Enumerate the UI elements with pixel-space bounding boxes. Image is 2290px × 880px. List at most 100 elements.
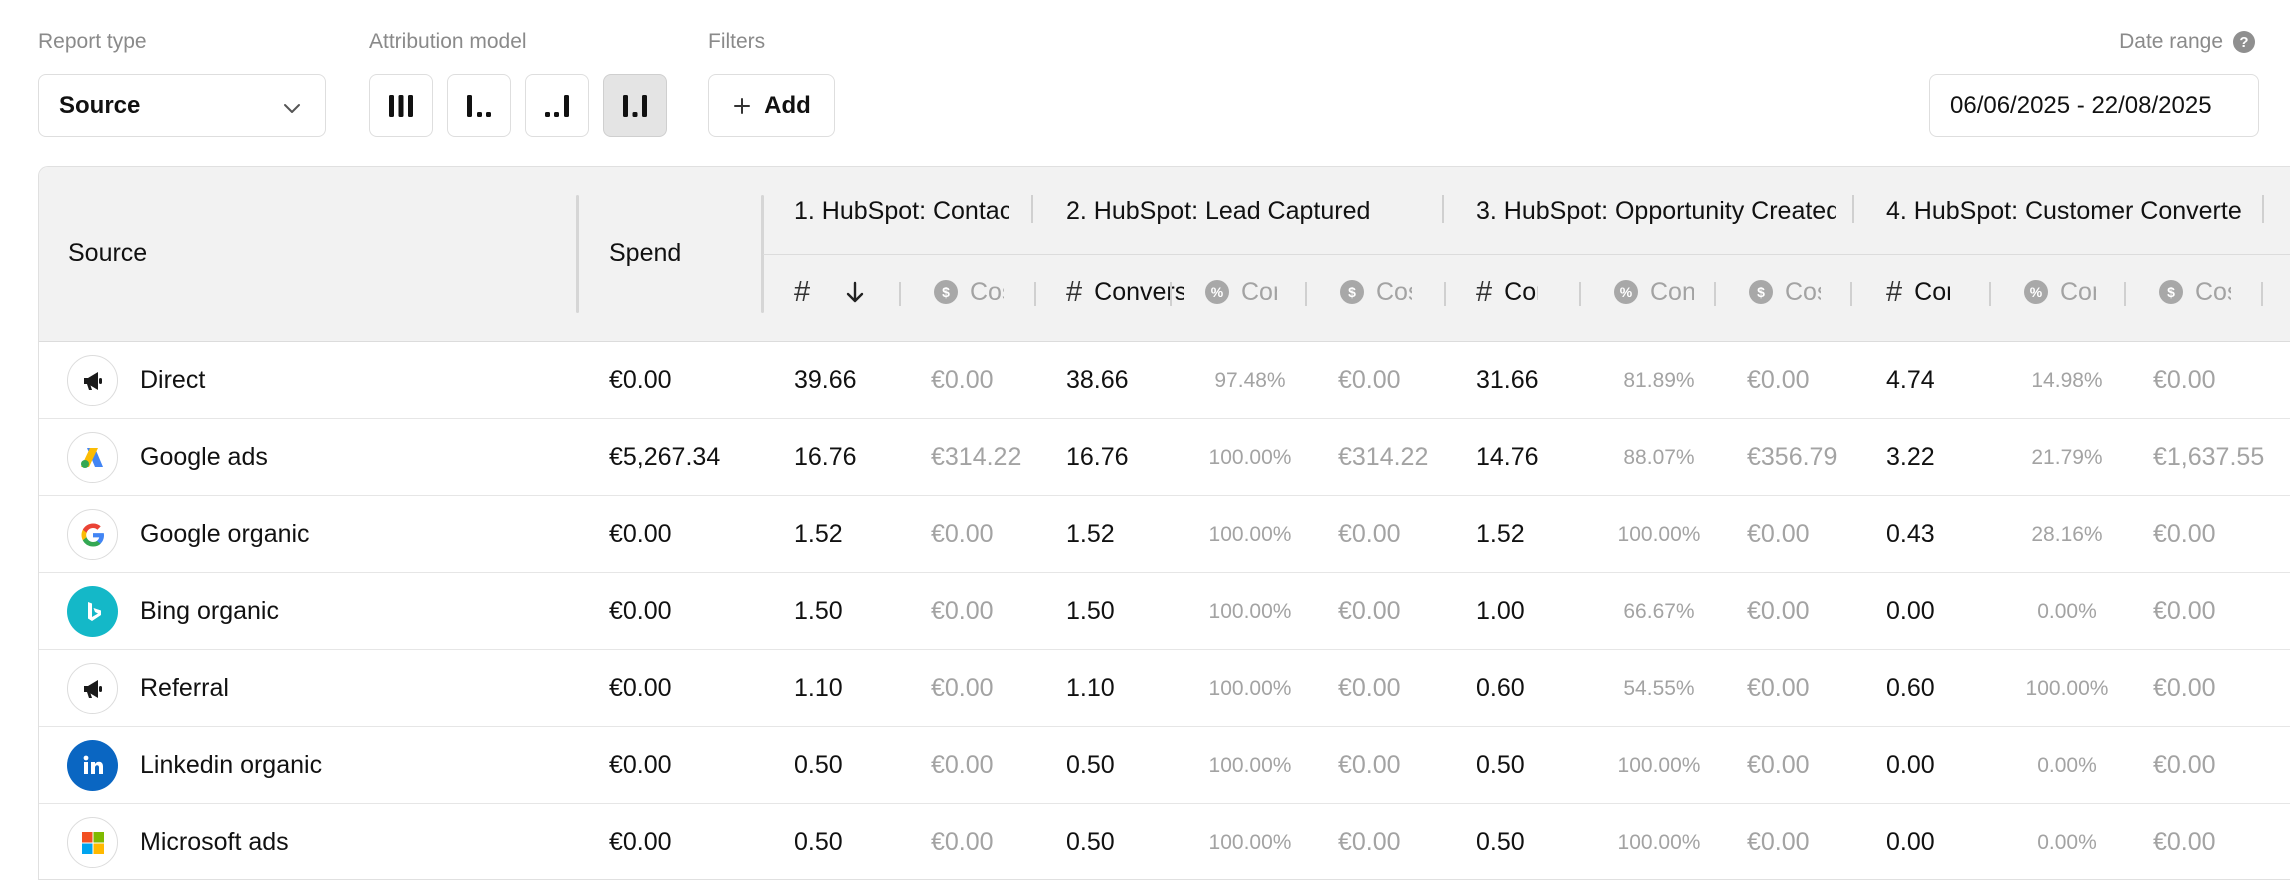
s3-conversion: 100.00%	[1617, 522, 1701, 546]
header-divider	[763, 254, 2290, 255]
s3-conversion: 66.67%	[1623, 599, 1695, 623]
s4-cost: €0.00	[2153, 597, 2216, 625]
s4-count: 0.00	[1886, 828, 1935, 856]
coin-icon: $	[1749, 280, 1773, 304]
attribution-first-touch-button[interactable]	[447, 74, 511, 137]
s4-cost: €0.00	[2153, 751, 2216, 779]
last-touch-model-icon	[545, 94, 569, 117]
s3-cost: €356.79	[1747, 443, 1838, 471]
table-row-direct[interactable]: Direct €0.00 39.66 €0.00 38.66 97.48% €0…	[39, 343, 2290, 419]
source-icon	[67, 663, 118, 714]
attribution-model-label: Attribution model	[369, 30, 527, 53]
s4-conversion: 28.16%	[2031, 522, 2103, 546]
source-name: Referral	[140, 674, 229, 702]
first-touch-model-icon	[467, 94, 491, 117]
coin-icon: $	[2159, 280, 2183, 304]
attribution-u-shaped-button[interactable]	[603, 74, 667, 137]
s3-conversion: 100.00%	[1617, 830, 1701, 854]
report-type-label: Report type	[38, 30, 147, 53]
column-header-spend[interactable]: Spend	[609, 239, 681, 268]
attribution-last-touch-button[interactable]	[525, 74, 589, 137]
stage-header-4[interactable]: 4. HubSpot: Customer Converted	[1886, 197, 2241, 226]
source-icon	[67, 355, 118, 406]
table-row-google-ads[interactable]: Google ads €5,267.34 16.76 €314.22 16.76…	[39, 420, 2290, 496]
bing-icon	[87, 601, 101, 621]
subheader-s2-cost[interactable]: $Cost	[1340, 277, 1412, 307]
source-name: Google organic	[140, 520, 310, 548]
s3-conversion: 88.07%	[1623, 445, 1695, 469]
s3-count: 31.66	[1476, 366, 1539, 394]
s3-count: 0.50	[1476, 828, 1525, 856]
source-name: Direct	[140, 366, 206, 394]
s3-count: 14.76	[1476, 443, 1539, 471]
source-name: Google ads	[140, 443, 268, 471]
table-row-linkedin-organic[interactable]: Linkedin organic €0.00 0.50 €0.00 0.50 1…	[39, 728, 2290, 804]
s1-cost: €0.00	[931, 674, 994, 702]
megaphone-icon	[83, 371, 102, 390]
spend-value: €0.00	[609, 597, 672, 625]
s3-count: 0.60	[1476, 674, 1525, 702]
microsoft-icon	[81, 831, 104, 854]
subcolumn-divider	[1034, 282, 1036, 306]
percent-icon: %	[1205, 280, 1229, 304]
date-range-header: Date range ?	[2119, 30, 2255, 54]
stage-divider	[1442, 195, 1444, 223]
subheader-s4-count[interactable]: #Conversion	[1886, 277, 1986, 307]
date-range-picker[interactable]: 06/06/2025 - 22/08/2025	[1929, 74, 2259, 137]
stage-header-2[interactable]: 2. HubSpot: Lead Captured	[1066, 197, 1426, 226]
subheader-s1-count[interactable]: #	[794, 277, 894, 307]
subheader-s3-cost[interactable]: $Cost	[1749, 277, 1821, 307]
s4-conversion: 14.98%	[2031, 368, 2103, 392]
sort-descending-icon[interactable]	[844, 280, 866, 304]
source-name: Bing organic	[140, 597, 279, 625]
s1-cost: €0.00	[931, 751, 994, 779]
stage-divider	[1031, 195, 1033, 223]
subheader-s3-conversion[interactable]: %Conversion	[1614, 277, 1694, 307]
s3-cost: €0.00	[1747, 520, 1810, 548]
add-filter-label: Add	[764, 91, 811, 119]
s4-count: 0.60	[1886, 674, 1935, 702]
s2-count: 0.50	[1066, 828, 1115, 856]
stage-header-1[interactable]: 1. HubSpot: Contact Created	[794, 197, 1009, 226]
attribution-table: Source Spend 1. HubSpot: Contact Created…	[38, 166, 2290, 880]
attribution-linear-button[interactable]	[369, 74, 433, 137]
s1-count: 1.10	[794, 674, 843, 702]
table-row-google-organic[interactable]: Google organic €0.00 1.52 €0.00 1.52 100…	[39, 497, 2290, 573]
s1-count: 1.50	[794, 597, 843, 625]
s4-conversion: 0.00%	[2037, 599, 2097, 623]
column-divider[interactable]	[576, 195, 579, 313]
table-row-referral[interactable]: Referral €0.00 1.10 €0.00 1.10 100.00% €…	[39, 651, 2290, 727]
percent-icon: %	[1614, 280, 1638, 304]
subheader-s3-count[interactable]: #Conversion	[1476, 277, 1576, 307]
table-row-bing-organic[interactable]: Bing organic €0.00 1.50 €0.00 1.50 100.0…	[39, 574, 2290, 650]
subheader-s4-cost[interactable]: $Cost	[2159, 277, 2231, 307]
stage-header-3[interactable]: 3. HubSpot: Opportunity Created	[1476, 197, 1836, 226]
table-header: Source Spend 1. HubSpot: Contact Created…	[39, 167, 2290, 342]
subheader-s2-conversion[interactable]: %Conversion	[1205, 277, 1277, 307]
subheader-s2-count[interactable]: #Conversion	[1066, 277, 1184, 307]
subcolumn-divider	[1714, 282, 1716, 306]
s2-count: 38.66	[1066, 366, 1129, 394]
subheader-s1-cost[interactable]: $Cost	[934, 277, 1004, 307]
table-row-microsoft-ads[interactable]: Microsoft ads €0.00 0.50 €0.00 0.50 100.…	[39, 805, 2290, 879]
s4-cost: €1,637.55	[2153, 443, 2265, 471]
s1-count: 16.76	[794, 443, 857, 471]
s4-count: 0.00	[1886, 751, 1935, 779]
report-type-select[interactable]: Source	[38, 74, 326, 137]
date-range-value: 06/06/2025 - 22/08/2025	[1950, 91, 2212, 119]
s1-cost: €0.00	[931, 597, 994, 625]
stage-divider	[1852, 195, 1854, 223]
help-icon[interactable]: ?	[2233, 31, 2255, 53]
source-icon	[67, 740, 118, 791]
linear-model-icon	[389, 94, 413, 117]
spend-value: €0.00	[609, 366, 672, 394]
s1-cost: €0.00	[931, 520, 994, 548]
chevron-down-icon	[284, 104, 300, 113]
add-filter-button[interactable]: Add	[708, 74, 835, 137]
subheader-s4-conversion[interactable]: %Conversion	[2024, 277, 2096, 307]
toolbar: Report type Source Attribution model Fil…	[0, 0, 2290, 150]
column-header-source[interactable]: Source	[68, 239, 147, 268]
s2-count: 0.50	[1066, 751, 1115, 779]
subcolumn-divider	[1850, 282, 1852, 306]
filters-label: Filters	[708, 30, 766, 53]
